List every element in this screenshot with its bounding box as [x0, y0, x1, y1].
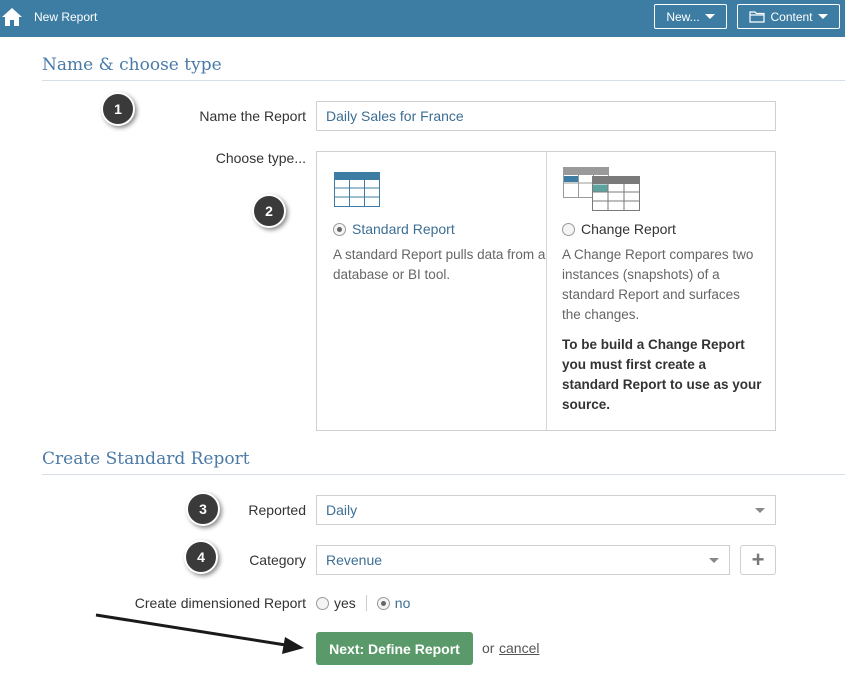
section-title-create-standard: Create Standard Report	[42, 449, 250, 469]
dimensioned-no-option[interactable]: no	[376, 595, 411, 611]
category-label: Category	[249, 552, 306, 568]
choose-type-label: Choose type...	[215, 150, 306, 166]
type-option-standard[interactable]: Standard Report A standard Report pulls …	[333, 171, 547, 285]
category-value: Revenue	[326, 552, 383, 568]
page-title: New Report	[34, 10, 98, 24]
dimensioned-yes-label: yes	[334, 595, 356, 611]
add-category-button[interactable]: +	[740, 545, 776, 575]
content-button[interactable]: Content	[737, 4, 840, 29]
chevron-down-icon	[704, 14, 715, 19]
annotation-arrow-icon	[95, 613, 304, 654]
content-button-label: Content	[770, 9, 813, 24]
new-button[interactable]: New...	[654, 4, 727, 29]
dimensioned-no-radio[interactable]	[376, 596, 390, 610]
change-report-radio[interactable]	[562, 222, 575, 236]
dimensioned-yes-option[interactable]: yes	[316, 595, 356, 611]
change-report-icon	[563, 167, 640, 211]
step-badge-4: 4	[184, 540, 218, 574]
change-report-radio-row[interactable]: Change Report	[562, 219, 762, 239]
change-report-note: To be build a Change Report you must fir…	[562, 337, 762, 412]
chevron-down-icon	[755, 508, 765, 513]
step-badge-2: 2	[252, 194, 286, 228]
section-title-name-type: Name & choose type	[42, 55, 222, 75]
category-select[interactable]: Revenue	[316, 545, 730, 575]
standard-report-label: Standard Report	[352, 221, 455, 237]
standard-report-radio-row[interactable]: Standard Report	[333, 219, 547, 239]
type-option-change[interactable]: Change Report A Change Report compares t…	[562, 166, 762, 415]
reported-select[interactable]: Daily	[316, 495, 776, 525]
plus-icon: +	[751, 547, 765, 572]
standard-report-description: A standard Report pulls data from a data…	[333, 247, 546, 282]
option-separator	[365, 595, 367, 611]
change-report-description: A Change Report compares two instances (…	[562, 247, 754, 322]
section-divider	[42, 474, 845, 475]
standard-report-radio[interactable]	[333, 222, 346, 236]
next-define-report-button[interactable]: Next: Define Report	[316, 632, 473, 665]
reported-label: Reported	[248, 502, 306, 518]
chevron-down-icon	[817, 14, 828, 19]
chevron-down-icon	[709, 558, 719, 563]
name-report-label: Name the Report	[199, 108, 306, 124]
cancel-link[interactable]: cancel	[499, 640, 539, 656]
home-icon[interactable]	[1, 6, 23, 28]
new-button-label: New...	[666, 9, 700, 24]
or-text: or	[482, 640, 495, 656]
report-name-input[interactable]: Daily Sales for France	[316, 101, 776, 131]
standard-report-icon	[334, 172, 380, 207]
reported-value: Daily	[326, 502, 358, 518]
dimensioned-yes-radio[interactable]	[316, 596, 329, 610]
folder-icon	[749, 10, 766, 23]
dimensioned-report-options: yes no	[316, 595, 410, 611]
dimensioned-no-label: no	[394, 595, 411, 611]
report-name-value: Daily Sales for France	[326, 108, 464, 124]
step-badge-3: 3	[186, 492, 220, 526]
step-badge-1: 1	[101, 92, 135, 126]
change-report-label: Change Report	[581, 221, 676, 237]
section-divider	[42, 80, 845, 81]
top-bar: New Report New... Content	[0, 0, 845, 37]
